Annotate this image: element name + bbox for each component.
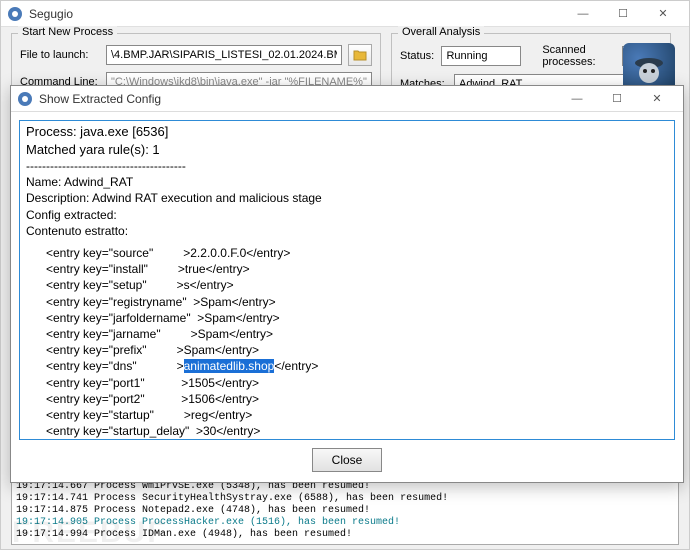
entry-line: <entry key="jarfoldername" >Spam</entry> [26,310,668,326]
overall-label: Overall Analysis [398,26,484,38]
dialog-body: Process: java.exe [6536] Matched yara ru… [11,112,683,480]
main-title: Segugio [29,7,563,21]
file-to-launch-label: File to launch: [20,49,100,61]
entry-line: <entry key="registryname" >Spam</entry> [26,294,668,310]
scanned-label: Scanned processes: [542,44,616,68]
file-to-launch-input[interactable] [106,45,342,65]
entry-line: <entry key="startup" >reg</entry> [26,407,668,423]
main-titlebar: Segugio — ☐ ✕ [1,1,689,27]
dialog-minimize-button[interactable]: — [557,88,597,110]
dialog-titlebar: Show Extracted Config — ☐ ✕ [11,86,683,112]
dialog-title: Show Extracted Config [39,92,557,106]
status-value [441,46,521,66]
entry-line: <entry key="source" >2.2.0.0.F.0</entry> [26,245,668,261]
dialog-close-button[interactable]: ✕ [637,88,677,110]
status-label: Status: [400,50,435,62]
desc-line: Description: Adwind RAT execution and ma… [26,190,668,206]
close-button[interactable]: ✕ [643,3,683,25]
dialog-maximize-button[interactable]: ☐ [597,88,637,110]
entry-line: <entry key="port1" >1505</entry> [26,375,668,391]
dns-highlight: animatedlib.shop [184,359,275,373]
minimize-button[interactable]: — [563,3,603,25]
entry-line: <entry key="startup_delay" >30</entry> [26,423,668,439]
name-line: Name: Adwind_RAT [26,174,668,190]
config-dialog: Show Extracted Config — ☐ ✕ Process: jav… [10,85,684,483]
cont-line: Contenuto estratto: [26,223,668,239]
entry-line: <entry key="port2" >1506</entry> [26,391,668,407]
entry-line: <entry key="setup" >s</entry> [26,277,668,293]
log-line: 19:17:14.994 Process IDMan.exe (4948), h… [16,529,674,541]
entry-line: <entry key="install" >true</entry> [26,261,668,277]
browse-button[interactable] [348,44,372,66]
cfg-line: Config extracted: [26,207,668,223]
separator-line: ---------------------------------------- [26,158,668,174]
process-line: Process: java.exe [6536] [26,123,668,141]
start-process-label: Start New Process [18,26,117,38]
entry-line: <entry key="jarname" >Spam</entry> [26,326,668,342]
folder-icon [353,49,367,61]
log-line: 19:17:14.875 Process Notepad2.exe (4748)… [16,505,674,517]
entry-dns: <entry key="dns" >animatedlib.shop</entr… [26,358,668,374]
window-controls: — ☐ ✕ [563,3,683,25]
log-line: 19:17:14.905 Process ProcessHacker.exe (… [16,517,674,529]
matched-line: Matched yara rule(s): 1 [26,141,668,159]
log-line: 19:17:14.741 Process SecurityHealthSystr… [16,493,674,505]
maximize-button[interactable]: ☐ [603,3,643,25]
config-text[interactable]: Process: java.exe [6536] Matched yara ru… [19,120,675,440]
entry-line: <entry key="prefix" >Spam</entry> [26,342,668,358]
close-button[interactable]: Close [312,448,382,472]
app-icon [7,6,23,22]
dialog-icon [17,91,33,107]
